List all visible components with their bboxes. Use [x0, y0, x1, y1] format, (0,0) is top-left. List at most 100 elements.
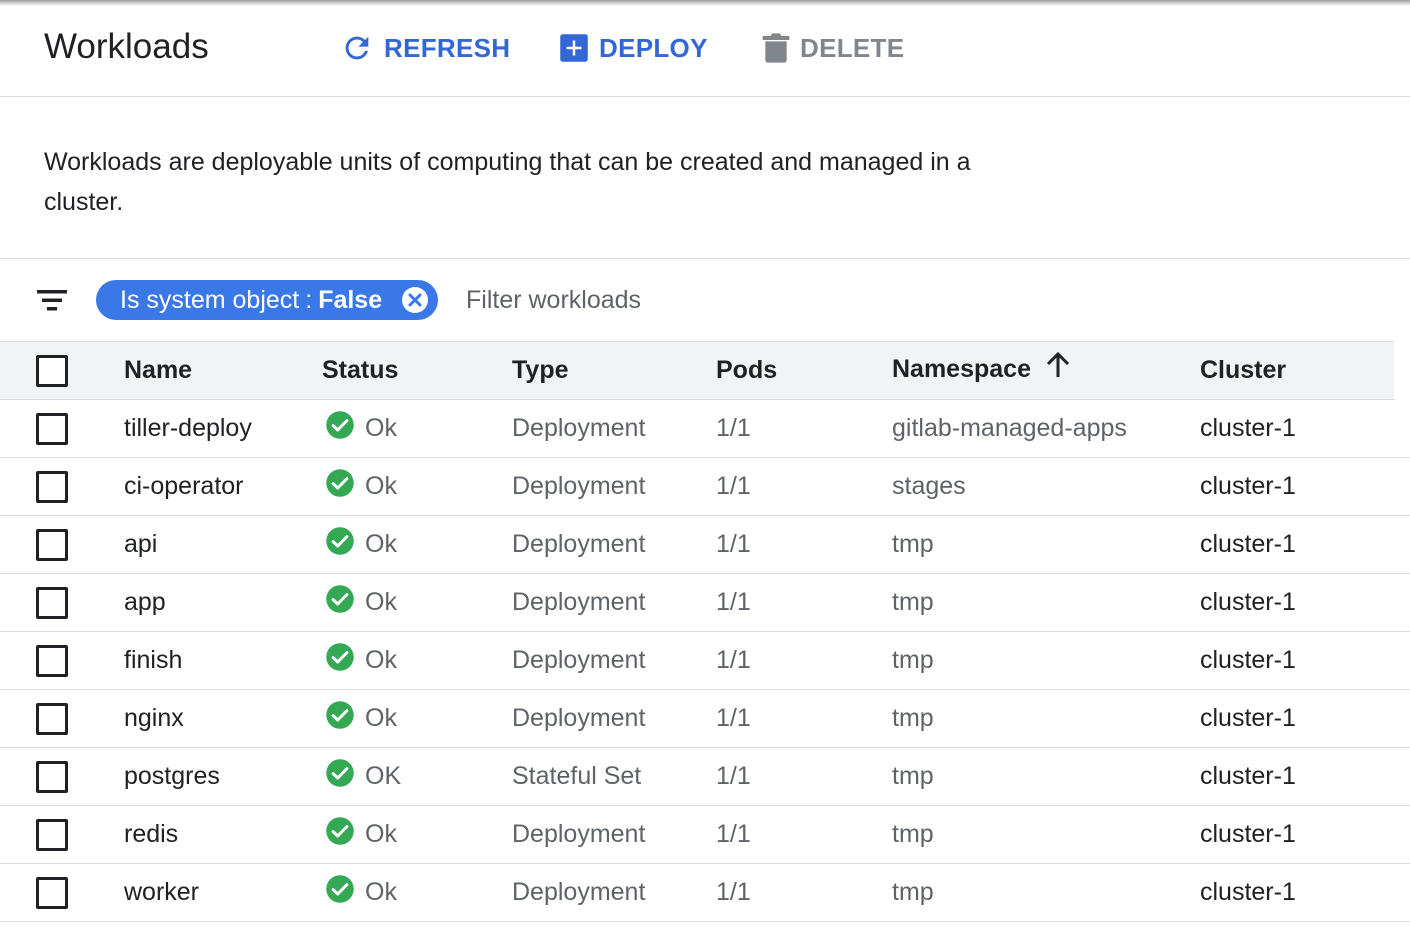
column-header-namespace-cell[interactable]: Namespace: [892, 341, 1200, 400]
table-row[interactable]: redis Ok Deployment 1/1 tmp cluster-1: [0, 805, 1410, 864]
workload-name[interactable]: ci-operator: [124, 457, 322, 516]
workload-cluster: cluster-1: [1200, 805, 1410, 864]
row-checkbox[interactable]: [36, 586, 68, 619]
status-cell: Ok: [322, 515, 512, 574]
row-checkbox[interactable]: [36, 876, 68, 909]
filter-bar: Is system object : False: [0, 259, 1410, 341]
workload-type: Deployment: [512, 863, 716, 922]
column-header-status[interactable]: Status: [322, 341, 512, 400]
workload-cluster: cluster-1: [1200, 515, 1410, 574]
status-text: Ok: [365, 472, 397, 500]
arrow-upward-icon: [1045, 351, 1071, 386]
workload-name[interactable]: api: [124, 515, 322, 574]
status-text: Ok: [365, 704, 397, 732]
refresh-label: REFRESH: [384, 32, 511, 63]
status-cell: OK: [322, 747, 512, 806]
table-row[interactable]: api Ok Deployment 1/1 tmp cluster-1: [0, 515, 1410, 574]
status-cell: Ok: [322, 399, 512, 458]
workload-name[interactable]: nginx: [124, 689, 322, 748]
workload-cluster: cluster-1: [1200, 573, 1410, 632]
workload-name[interactable]: worker: [124, 863, 322, 922]
row-checkbox[interactable]: [36, 528, 68, 561]
status-cell: Ok: [322, 805, 512, 864]
refresh-icon: [340, 31, 374, 65]
header-edge: [1394, 341, 1410, 400]
row-checkbox[interactable]: [36, 702, 68, 735]
table-row[interactable]: tiller-deploy Ok Deployment 1/1 gitlab-m…: [0, 399, 1410, 458]
cancel-icon[interactable]: [401, 286, 429, 314]
workload-namespace: tmp: [892, 805, 1200, 864]
status-cell: Ok: [322, 457, 512, 516]
check-circle-icon: [325, 758, 355, 795]
workload-type: Deployment: [512, 573, 716, 632]
refresh-button[interactable]: REFRESH: [340, 28, 510, 68]
workload-pods: 1/1: [716, 515, 892, 574]
workload-name[interactable]: redis: [124, 805, 322, 864]
check-circle-icon: [325, 874, 355, 911]
table-row[interactable]: worker Ok Deployment 1/1 tmp cluster-1: [0, 863, 1410, 922]
status-text: Ok: [365, 588, 397, 616]
page-description: Workloads are deployable units of comput…: [44, 148, 971, 216]
workload-pods: 1/1: [716, 805, 892, 864]
table-row[interactable]: nginx Ok Deployment 1/1 tmp cluster-1: [0, 689, 1410, 748]
table-header-row: Name Status Type Pods Namespace Cluster: [0, 341, 1410, 400]
workload-pods: 1/1: [716, 689, 892, 748]
row-select-cell: [0, 863, 124, 922]
row-checkbox[interactable]: [36, 412, 68, 445]
workload-pods: 1/1: [716, 573, 892, 632]
status-cell: Ok: [322, 573, 512, 632]
filter-chip-key: Is system object: [120, 285, 300, 314]
row-checkbox[interactable]: [36, 760, 68, 793]
workload-namespace: tmp: [892, 863, 1200, 922]
workload-pods: 1/1: [716, 747, 892, 806]
workloads-page: Workloads REFRESH DEPLOY DELETE Workload…: [0, 0, 1410, 946]
workload-type: Deployment: [512, 515, 716, 574]
row-select-cell: [0, 457, 124, 516]
workload-cluster: cluster-1: [1200, 863, 1410, 922]
row-checkbox[interactable]: [36, 644, 68, 677]
table-row[interactable]: finish Ok Deployment 1/1 tmp cluster-1: [0, 631, 1410, 690]
workload-namespace: tmp: [892, 747, 1200, 806]
row-checkbox[interactable]: [36, 470, 68, 503]
workload-namespace: gitlab-managed-apps: [892, 399, 1200, 458]
filter-chip[interactable]: Is system object : False: [96, 280, 438, 320]
workload-name[interactable]: postgres: [124, 747, 322, 806]
column-header-pods[interactable]: Pods: [716, 341, 892, 400]
filter-workloads-input[interactable]: [466, 281, 966, 319]
status-text: Ok: [365, 820, 397, 848]
workload-namespace: tmp: [892, 515, 1200, 574]
row-select-cell: [0, 689, 124, 748]
row-select-cell: [0, 573, 124, 632]
workload-cluster: cluster-1: [1200, 631, 1410, 690]
row-checkbox[interactable]: [36, 818, 68, 851]
select-all-checkbox[interactable]: [36, 354, 68, 387]
workload-cluster: cluster-1: [1200, 689, 1410, 748]
workload-type: Deployment: [512, 631, 716, 690]
column-header-namespace: Namespace: [892, 355, 1031, 384]
deploy-button[interactable]: DEPLOY: [559, 28, 708, 68]
workload-name[interactable]: app: [124, 573, 322, 632]
row-select-cell: [0, 515, 124, 574]
workload-name[interactable]: tiller-deploy: [124, 399, 322, 458]
workload-pods: 1/1: [716, 631, 892, 690]
table-body: tiller-deploy Ok Deployment 1/1 gitlab-m…: [0, 399, 1410, 922]
workload-namespace: tmp: [892, 631, 1200, 690]
workload-namespace: tmp: [892, 689, 1200, 748]
status-text: Ok: [365, 878, 397, 906]
status-cell: Ok: [322, 631, 512, 690]
table-row[interactable]: app Ok Deployment 1/1 tmp cluster-1: [0, 573, 1410, 632]
delete-button[interactable]: DELETE: [762, 28, 904, 68]
workload-type: Deployment: [512, 689, 716, 748]
column-header-cluster[interactable]: Cluster: [1200, 341, 1410, 400]
workload-type: Deployment: [512, 399, 716, 458]
delete-label: DELETE: [800, 32, 905, 63]
row-select-cell: [0, 399, 124, 458]
filter-list-icon[interactable]: [37, 288, 67, 312]
table-row[interactable]: postgres OK Stateful Set 1/1 tmp cluster…: [0, 747, 1410, 806]
column-header-name[interactable]: Name: [124, 341, 322, 400]
workload-namespace: stages: [892, 457, 1200, 516]
table-row[interactable]: ci-operator Ok Deployment 1/1 stages clu…: [0, 457, 1410, 516]
workload-name[interactable]: finish: [124, 631, 322, 690]
column-header-type[interactable]: Type: [512, 341, 716, 400]
workload-pods: 1/1: [716, 399, 892, 458]
